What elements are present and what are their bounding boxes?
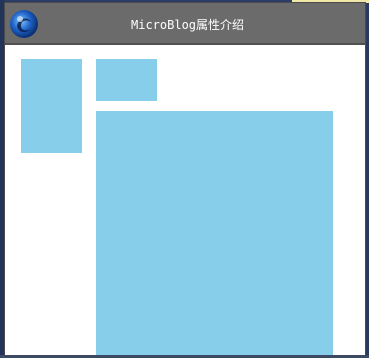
- desktop-right-edge: [365, 3, 369, 358]
- left-panel-box: [21, 59, 82, 153]
- window-title: MicroBlog属性介绍: [131, 18, 245, 32]
- top-small-box: [96, 59, 157, 101]
- desktop: MicroBlog属性介绍: [0, 0, 369, 358]
- title-bar[interactable]: MicroBlog属性介绍: [5, 3, 365, 45]
- app-window: MicroBlog属性介绍: [5, 3, 365, 358]
- content-area: [5, 45, 365, 358]
- main-panel-box: [96, 111, 333, 358]
- app-logo-icon: [10, 10, 38, 38]
